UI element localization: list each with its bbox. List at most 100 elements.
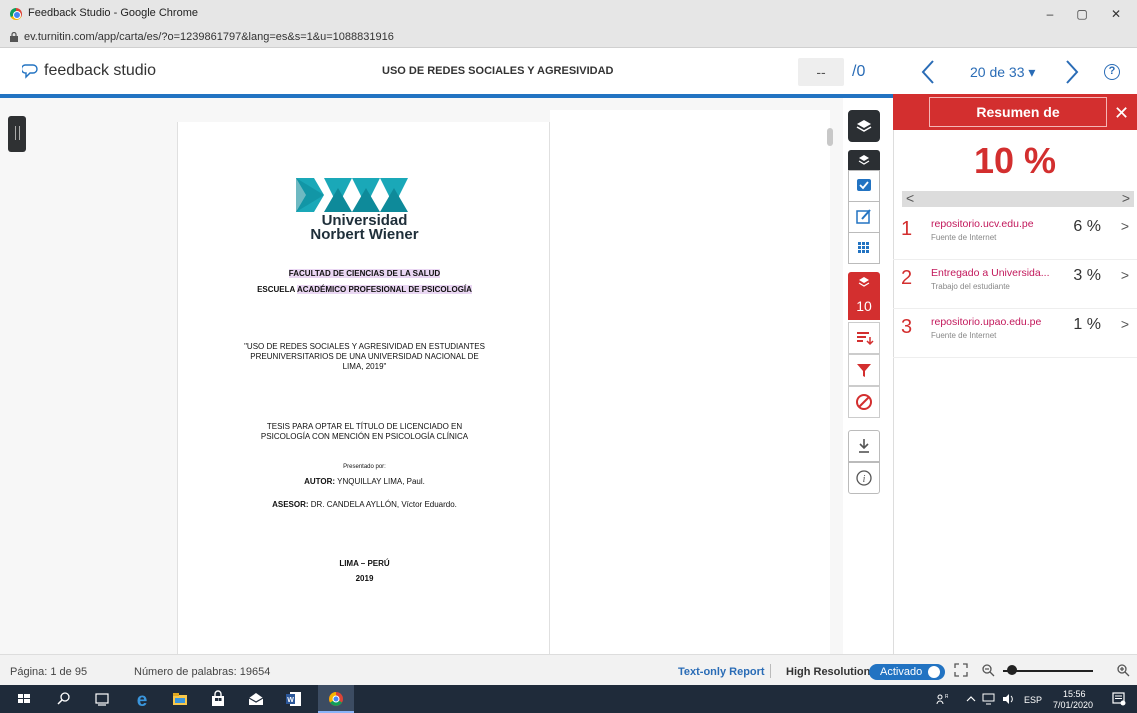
chevron-up-icon[interactable] [966, 694, 976, 704]
chevron-right-icon[interactable]: > [1121, 316, 1129, 332]
thesis-purpose-1: TESIS PARA OPTAR EL TÍTULO DE LICENCIADO… [266, 422, 463, 431]
info-icon: i [856, 470, 872, 486]
document-counter-dropdown[interactable]: 20 de 33 ▾ [970, 64, 1035, 81]
notifications-icon[interactable] [1112, 692, 1126, 706]
page-input[interactable]: -- [798, 58, 844, 86]
svg-text:W: W [287, 697, 294, 704]
task-view-icon[interactable] [92, 689, 112, 709]
volume-icon[interactable] [1002, 693, 1016, 705]
window-title: Feedback Studio - Google Chrome [28, 7, 198, 19]
thesis-title-2: PREUNIVERSITARIOS DE UNA UNIVERSIDAD NAC… [250, 352, 479, 361]
city-line: LIMA – PERÚ [339, 559, 390, 568]
zoom-slider-handle[interactable] [1007, 665, 1017, 675]
match-source[interactable]: Entregado a Universida... [931, 267, 1061, 279]
layers-group-header[interactable] [848, 150, 880, 170]
file-explorer-icon[interactable] [170, 689, 190, 709]
edge-browser-icon[interactable]: e [132, 689, 152, 709]
url-text[interactable]: ev.turnitin.com/app/carta/es/?o=12398617… [24, 31, 394, 43]
svg-text:R: R [945, 694, 948, 700]
brand-name: feedback studio [44, 62, 157, 79]
word-icon[interactable]: W [284, 689, 304, 709]
chevron-right-icon[interactable]: > [1121, 267, 1129, 283]
similarity-layers-icon [858, 277, 870, 287]
university-name-line2: Norbert Wiener [310, 226, 419, 243]
school-line: ESCUELA ACADÉMICO PROFESIONAL DE PSICOLO… [178, 285, 551, 294]
side-panel-handle[interactable] [8, 116, 26, 152]
download-icon [859, 439, 869, 453]
minimize-button[interactable]: – [1038, 4, 1062, 24]
panel-horizontal-scroll[interactable]: < > [902, 190, 1134, 207]
chrome-icon [10, 8, 22, 20]
scroll-right-icon[interactable]: > [1122, 190, 1130, 206]
match-percentage: 3 % [1073, 267, 1101, 284]
match-source[interactable]: repositorio.ucv.edu.pe [931, 218, 1061, 230]
match-item[interactable]: 2 Entregado a Universida... Trabajo del … [893, 261, 1137, 309]
people-icon[interactable]: R [936, 693, 948, 705]
advisor-name: DR. CANDELA AYLLÓN, Víctor Eduardo. [308, 500, 457, 509]
match-list-button[interactable] [848, 322, 880, 354]
presented-by: Presentado por: [343, 464, 386, 470]
comment-edit-button[interactable] [848, 201, 880, 233]
school-text-b: ACADÉMICO [296, 285, 349, 294]
page-total: /0 [852, 63, 866, 80]
close-window-button[interactable]: ✕ [1104, 4, 1128, 24]
layers-button[interactable] [848, 110, 880, 142]
exclude-button[interactable] [848, 386, 880, 418]
address-bar[interactable]: ev.turnitin.com/app/carta/es/?o=12398617… [0, 28, 1137, 48]
school-text-c: PROFESIONAL DE PSICOLOGÍA [348, 285, 472, 294]
layers-small-icon [858, 155, 870, 165]
thesis-title-1: "USO DE REDES SOCIALES Y AGRESIVIDAD EN … [244, 342, 485, 351]
zoom-out-icon[interactable] [981, 663, 995, 677]
input-language[interactable]: ESP [1024, 695, 1042, 705]
page-indicator: Página: 1 de 95 [10, 666, 88, 678]
text-only-report-link[interactable]: Text-only Report [678, 666, 765, 678]
toggle-state: Activado [880, 666, 923, 678]
scroll-left-icon[interactable]: < [906, 190, 914, 206]
clock-date[interactable]: 7/01/2020 [1053, 700, 1093, 710]
advisor-line: ASESOR: DR. CANDELA AYLLÓN, Víctor Eduar… [178, 500, 551, 509]
match-source[interactable]: repositorio.upao.edu.pe [931, 316, 1061, 328]
chrome-taskbar-button[interactable] [318, 685, 354, 713]
search-icon[interactable] [54, 689, 74, 709]
filter-icon [857, 364, 871, 377]
lock-icon [10, 32, 18, 42]
chevron-right-icon[interactable]: > [1121, 218, 1129, 234]
grading-checkbox-button[interactable] [848, 170, 880, 202]
faculty-text: FACULTAD DE CIENCIAS DE LA SALUD [288, 269, 441, 278]
download-button[interactable] [848, 430, 880, 462]
match-type: Fuente de Internet [931, 233, 997, 242]
zoom-in-icon[interactable] [1116, 663, 1130, 677]
filter-button[interactable] [848, 354, 880, 386]
windows-start-icon[interactable] [14, 689, 34, 709]
toggle-knob[interactable] [928, 666, 940, 678]
similarity-percentage: 10 % [973, 140, 1057, 181]
viewer-scrollbar[interactable] [827, 128, 833, 146]
rubric-button[interactable] [848, 232, 880, 264]
thesis-title-3: LIMA, 2019" [342, 362, 387, 371]
word-count: Número de palabras: 19654 [134, 666, 271, 678]
close-panel-icon[interactable]: ✕ [1114, 103, 1129, 124]
high-resolution-label: High Resolution [786, 666, 871, 678]
next-document-icon[interactable] [1062, 58, 1082, 86]
match-item[interactable]: 3 repositorio.upao.edu.pe Fuente de Inte… [893, 310, 1137, 358]
chrome-taskbar-icon [329, 692, 343, 706]
similarity-score-button[interactable]: 10 [848, 292, 880, 320]
windows-taskbar: e W R ESP 15:56 7/01/2020 [0, 685, 1137, 713]
author-name: YNQUILLAY LIMA, Paul. [335, 477, 425, 486]
match-type: Trabajo del estudiante [931, 282, 1010, 291]
match-number: 3 [901, 316, 913, 338]
match-number: 1 [901, 218, 913, 240]
previous-document-icon[interactable] [918, 58, 938, 86]
mail-icon[interactable] [246, 689, 266, 709]
match-item[interactable]: 1 repositorio.ucv.edu.pe Fuente de Inter… [893, 212, 1137, 260]
similarity-layer-header[interactable] [848, 272, 880, 292]
maximize-button[interactable]: ▢ [1070, 4, 1094, 24]
help-icon[interactable]: ? [1104, 64, 1120, 80]
info-button[interactable]: i [848, 462, 880, 494]
clock-time[interactable]: 15:56 [1063, 689, 1086, 699]
fullscreen-icon[interactable] [954, 663, 968, 677]
adjacent-page [550, 110, 830, 654]
network-icon[interactable] [982, 693, 996, 705]
match-type: Fuente de Internet [931, 331, 997, 340]
store-icon[interactable] [208, 689, 228, 709]
